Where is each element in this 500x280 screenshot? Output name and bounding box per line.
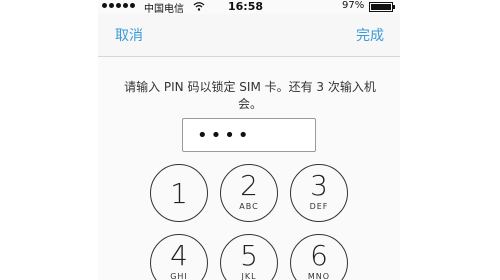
wifi-icon: [193, 2, 205, 11]
pin-masked-value: ••••: [197, 125, 252, 146]
keypad-key-6[interactable]: 6 MNO: [290, 234, 348, 280]
key-digit: 1: [170, 177, 188, 210]
key-digit: 3: [310, 169, 328, 202]
done-button[interactable]: 完成: [356, 25, 384, 45]
key-digit: 5: [240, 239, 258, 272]
keypad-key-1[interactable]: 1: [150, 164, 208, 222]
key-digit: 6: [310, 239, 328, 272]
key-digit: 2: [240, 169, 258, 202]
key-letters: GHI: [170, 272, 188, 280]
key-letters: MNO: [307, 272, 331, 280]
carrier-name: 中国电信: [144, 4, 184, 15]
phone-screen: 中国电信 16:58 97% 取消 完成 请输入 PIN 码以锁定 SIM 卡。…: [98, 0, 400, 280]
key-digit: 4: [170, 239, 188, 272]
clock-time: 16:58: [228, 0, 264, 13]
key-letters: JKL: [241, 272, 257, 280]
battery-percent: 97%: [342, 0, 365, 11]
key-letters: ABC: [239, 202, 259, 211]
cancel-button[interactable]: 取消: [115, 25, 143, 45]
pin-prompt-text: 请输入 PIN 码以锁定 SIM 卡。还有 3 次输入机会。: [124, 80, 376, 111]
pin-input-field[interactable]: ••••: [182, 118, 316, 152]
keypad-key-5[interactable]: 5 JKL: [220, 234, 278, 280]
keypad-key-4[interactable]: 4 GHI: [150, 234, 208, 280]
battery-icon: [369, 2, 395, 12]
status-bar: 中国电信 16:58 97%: [98, 0, 400, 15]
signal-strength-icon: [102, 3, 135, 8]
keypad-key-3[interactable]: 3 DEF: [290, 164, 348, 222]
keypad-key-2[interactable]: 2 ABC: [220, 164, 278, 222]
navigation-bar: 取消 完成: [98, 14, 400, 57]
key-letters: DEF: [309, 202, 329, 211]
